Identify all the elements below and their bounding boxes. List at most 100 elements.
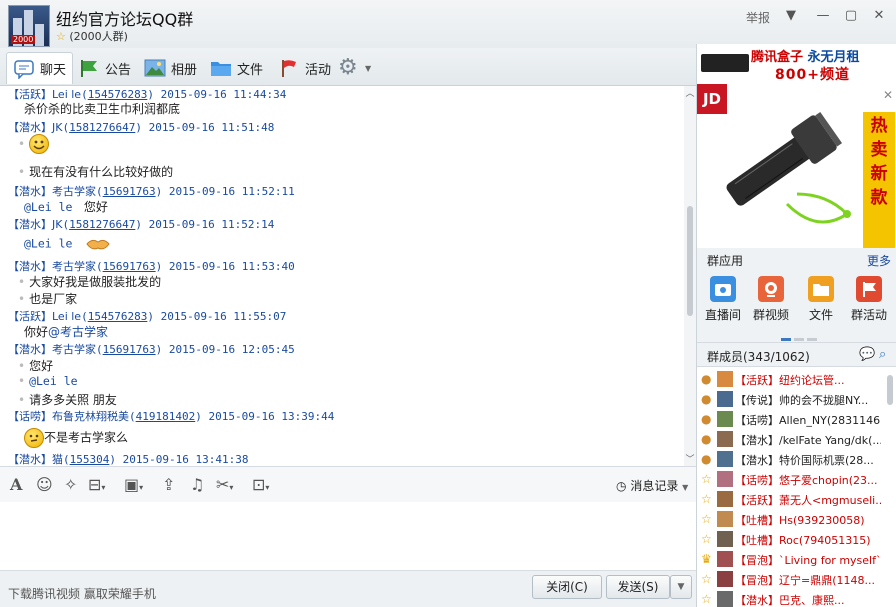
group-size: ☆ (2000人群) [56,30,128,43]
message-text: • 请多多关照 朋友 [18,393,117,407]
chat-scrollbar[interactable]: ︿ ﹀ [684,86,696,466]
magic-wand-icon[interactable]: ✧ [64,475,77,494]
member-name: 【潜水】巴克、康熙... [735,594,845,607]
image-icon[interactable]: ▣▾ [124,475,143,494]
app-live-room[interactable]: 直播间 [699,276,747,323]
emoji-icon[interactable]: ☺ [36,475,53,494]
qq-link[interactable]: 419181402 [136,410,196,423]
screenshot-icon[interactable]: ✂▾ [216,475,233,494]
dropdown-icon[interactable]: ▼ [780,6,802,26]
message-text: @Lei le 您好 [24,200,108,214]
member-row[interactable]: ● 【活跃】纽约论坛管... [697,369,883,389]
member-row[interactable]: ☆ 【吐槽】Roc(794051315) [697,529,883,549]
message-history-button[interactable]: ◷ 消息记录 ▼ [616,477,688,494]
qq-link[interactable]: 154576283 [88,310,148,323]
member-row[interactable]: ● 【潜水】/kelFate Yang/dk(... [697,429,883,449]
more-icon[interactable]: ⊡▾ [252,475,269,494]
member-avatar [717,391,733,407]
mention-link[interactable]: @Lei le [24,200,72,214]
message-text: 杀价杀的比卖卫生巾利润都底 [24,102,181,116]
send-button[interactable]: 发送(S) [606,575,670,599]
member-avatar [717,451,733,467]
apps-title: 群应用 [707,254,744,268]
input-toolbar: A ☺ ✧ ⊟▾ ▣▾ ⇪ ♫ ✂▾ ⊡▾ ◷ 消息记录 ▼ [0,466,696,502]
mention-link[interactable]: @Lei le [29,374,77,388]
gift-icon[interactable]: ⊟▾ [88,475,105,494]
chat-bubble-icon[interactable]: 💬 [859,347,875,362]
member-name: 【活跃】萧无人<mgmuseli... [735,494,881,507]
crown-icon: ♛ [701,552,712,566]
avatar-badge: 2000 [11,35,36,44]
tab-bar: 聊天 公告 相册 文件 活动 ⚙ ▼ [0,48,696,86]
app-group-activity[interactable]: 群活动 [845,276,893,323]
apps-more-link[interactable]: 更多 [867,252,891,269]
group-avatar[interactable]: 2000 [8,5,50,47]
group-name[interactable]: 纽约官方论坛QQ群 [56,6,193,30]
message-header: 【活跃】Lei le(154576283) 2015-09-16 11:55:0… [8,310,287,323]
folder-icon [808,276,834,302]
app-files[interactable]: 文件 [797,276,845,323]
maximize-icon[interactable]: ▢ [840,6,862,26]
member-scrollbar[interactable] [885,367,895,607]
ad-close-icon[interactable]: ✕ [881,88,895,102]
qq-link[interactable]: 15691763 [103,260,156,273]
member-row[interactable]: ♛ 【冒泡】`Living for myself`... [697,549,883,569]
tab-files[interactable]: 文件 [210,52,263,84]
app-group-video[interactable]: 群视频 [747,276,795,323]
member-row[interactable]: ● 【传说】帅的会不拢腿NY... [697,389,883,409]
scroll-thumb[interactable] [687,206,693,316]
message-text: 你好@考古学家 [24,325,109,339]
scroll-down-icon[interactable]: ﹀ [685,452,695,465]
message-header: 【潜水】JK(1581276647) 2015-09-16 11:51:48 [8,121,275,134]
settings-menu[interactable]: ⚙ ▼ [338,52,371,84]
tab-activity[interactable]: 活动 [278,52,331,84]
message-text: • 大家好我是做服装批发的 [18,275,162,289]
report-button[interactable]: 举报 [746,9,770,26]
font-icon[interactable]: A [10,475,22,494]
member-row[interactable]: ☆ 【活跃】萧无人<mgmuseli... [697,489,883,509]
send-options-chevron-icon[interactable]: ▼ [670,575,692,599]
close-button[interactable]: 关闭(C) [532,575,602,599]
flashlight-ad[interactable]: JD ✕ 热卖新款 [697,84,896,248]
member-row[interactable]: ☆ 【话唠】悠子爱chopin(23... [697,469,883,489]
tab-notice[interactable]: 公告 [78,52,131,84]
chat-history[interactable]: 【活跃】Lei le(154576283) 2015-09-16 11:44:3… [0,86,684,466]
tv-box-icon [701,54,749,72]
tv-box-ad[interactable]: 腾讯盒子 永无月租 800+频道 [697,44,896,84]
member-row[interactable]: ☆ 【吐槽】Hs(939230058) [697,509,883,529]
minimize-icon[interactable]: — [812,6,834,26]
message-header: 【潜水】考古学家(15691763) 2015-09-16 11:52:11 [8,185,295,198]
music-icon[interactable]: ♫ [190,475,204,494]
star-badge-icon: ☆ [701,472,712,486]
qq-link[interactable]: 1581276647 [69,218,135,231]
member-list[interactable]: 群成员(343/1062) 💬 ⌕ ● 【活跃】纽约论坛管... ● 【传说】帅的会不… [697,342,896,607]
tab-chat[interactable]: 聊天 [6,52,74,84]
message-header: 【潜水】猫(155304) 2015-09-16 13:41:38 [8,453,249,466]
mention-link[interactable]: @Lei le [24,237,72,251]
gear-icon: ⚙ [338,55,358,80]
member-row[interactable]: ● 【潜水】特价国际机票(28... [697,449,883,469]
qq-link[interactable]: 155304 [70,453,110,466]
upload-icon[interactable]: ⇪ [162,475,175,494]
ad-link[interactable]: 下载腾讯视频 赢取荣耀手机 [8,585,156,602]
hot-sale-badge: 热卖新款 [863,112,895,248]
close-icon[interactable]: ✕ [868,6,890,26]
folder-icon [210,58,232,78]
mention-link[interactable]: @考古学家 [48,325,108,339]
tab-album[interactable]: 相册 [144,52,197,84]
member-avatar [717,551,733,567]
qq-link[interactable]: 1581276647 [69,121,135,134]
member-avatar [717,371,733,387]
qq-link[interactable]: 15691763 [103,343,156,356]
star-badge-icon: ☆ [701,592,712,606]
scroll-up-icon[interactable]: ︿ [685,86,695,99]
search-icon[interactable]: ⌕ [879,347,886,362]
bottom-bar: 下载腾讯视频 赢取荣耀手机 关闭(C) 发送(S) ▼ [0,570,696,607]
member-avatar [717,591,733,607]
member-row[interactable]: ☆ 【潜水】巴克、康熙... [697,589,883,607]
member-row[interactable]: ☆ 【冒泡】辽宁=鼎鼎(1148... [697,569,883,589]
member-name: 【话唠】悠子爱chopin(23... [735,474,878,487]
qq-link[interactable]: 15691763 [103,185,156,198]
message-input[interactable] [0,502,696,570]
member-row[interactable]: ● 【话唠】Allen_NY(2831146... [697,409,883,429]
